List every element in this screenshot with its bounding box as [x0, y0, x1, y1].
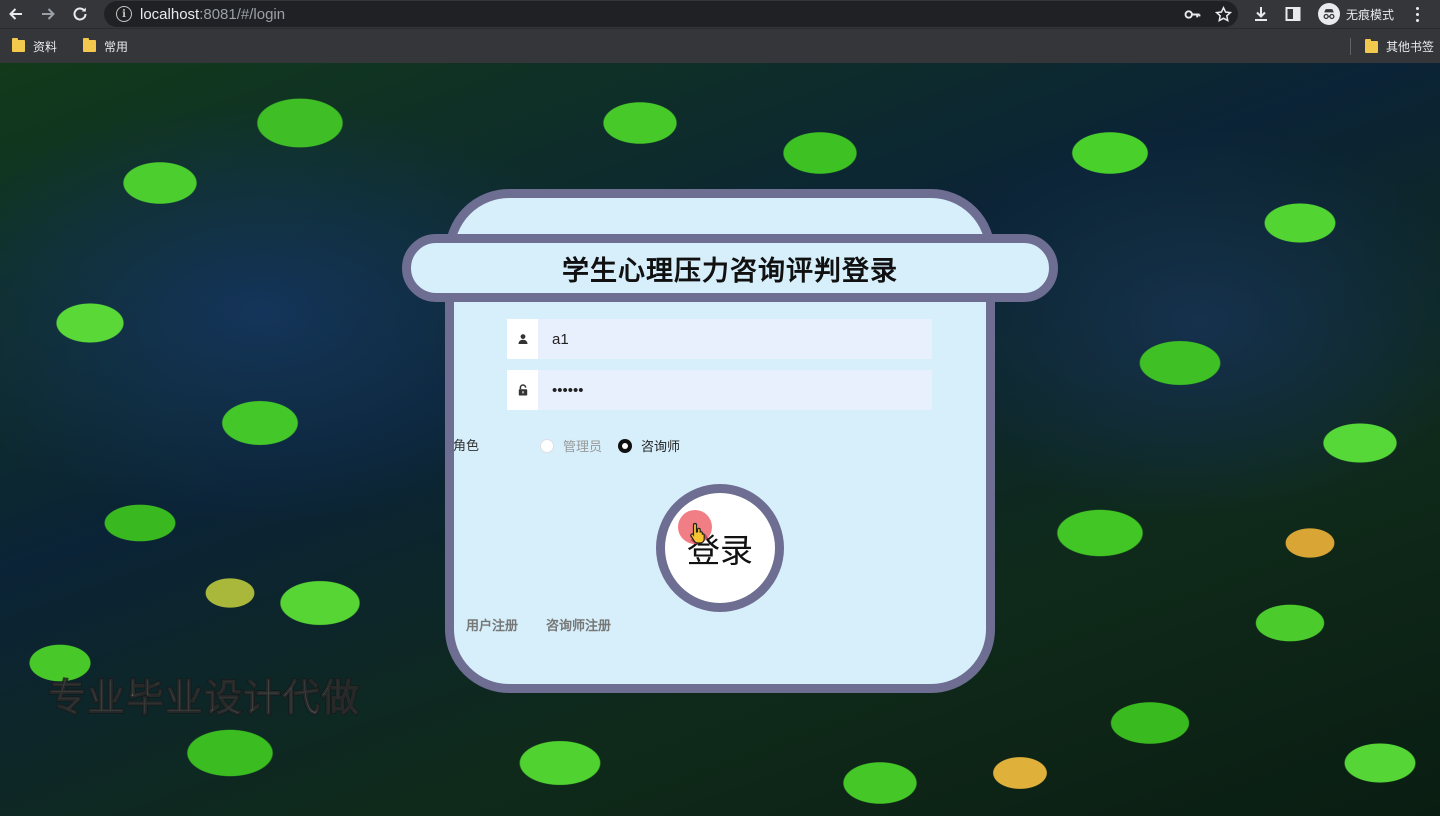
kebab-menu-icon[interactable] — [1408, 6, 1426, 22]
browser-toolbar: i localhost:8081/#/login 无痕模式 — [0, 0, 1440, 28]
bookmarks-bar: 资料 常用 其他书签 — [0, 28, 1440, 63]
incognito-indicator[interactable]: 无痕模式 — [1318, 3, 1394, 25]
register-counselor-link[interactable]: 咨询师注册 — [546, 615, 611, 634]
radio-label-admin: 管理员 — [563, 440, 603, 455]
url-host: localhost — [140, 5, 200, 23]
forward-button[interactable] — [32, 0, 64, 28]
download-icon[interactable] — [1252, 5, 1270, 23]
other-bookmarks-label: 其他书签 — [1385, 40, 1434, 54]
incognito-icon — [1318, 3, 1340, 25]
url-text: localhost:8081/#/login — [140, 6, 285, 23]
back-button[interactable] — [0, 0, 32, 28]
folder-icon — [83, 38, 97, 52]
username-input[interactable] — [538, 319, 932, 359]
role-label: 角色 — [453, 439, 480, 454]
bookmark-folder-ziliao[interactable]: 资料 — [12, 38, 57, 55]
arrow-left-icon — [9, 8, 22, 20]
bookmark-label: 资料 — [33, 39, 58, 54]
reload-button[interactable] — [64, 0, 96, 28]
user-icon — [507, 319, 538, 359]
page-title: 学生心理压力咨询评判登录 — [562, 255, 898, 287]
incognito-label: 无痕模式 — [1346, 7, 1395, 22]
lock-icon — [507, 370, 538, 410]
password-field — [507, 370, 932, 410]
star-icon[interactable] — [1215, 5, 1232, 23]
url-path: :8081/#/login — [199, 5, 286, 23]
password-input[interactable] — [538, 370, 932, 410]
info-icon[interactable]: i — [116, 6, 132, 22]
role-radio-counselor[interactable]: 咨询师 — [618, 436, 680, 455]
bookmark-label: 常用 — [104, 39, 129, 54]
key-icon[interactable] — [1184, 6, 1201, 23]
folder-icon — [12, 38, 25, 52]
username-field — [507, 319, 932, 359]
register-user-link[interactable]: 用户注册 — [466, 615, 518, 634]
role-radio-admin[interactable]: 管理员 — [540, 436, 602, 455]
arrow-right-icon — [42, 8, 55, 20]
reload-icon — [73, 7, 87, 21]
login-page-background: 学生心理压力咨询评判登录 角色 管理员 咨询师 登录 用户注册 咨询师注册 专业… — [0, 63, 1440, 816]
folder-icon — [1364, 38, 1378, 53]
watermark-text: 专业毕业设计代做 — [47, 675, 361, 720]
radio-unchecked[interactable] — [540, 438, 554, 453]
bookmark-separator — [1350, 38, 1351, 55]
side-panel-icon[interactable] — [1284, 5, 1302, 23]
bookmark-folder-changyong[interactable]: 常用 — [83, 38, 128, 55]
login-button[interactable]: 登录 — [656, 484, 784, 612]
other-bookmarks[interactable]: 其他书签 — [1364, 29, 1434, 64]
address-bar[interactable]: i localhost:8081/#/login — [104, 1, 1238, 27]
radio-label-counselor: 咨询师 — [641, 440, 681, 455]
hand-cursor-icon — [690, 522, 705, 544]
login-title-bar: 学生心理压力咨询评判登录 — [402, 234, 1058, 302]
radio-checked[interactable] — [618, 438, 632, 453]
